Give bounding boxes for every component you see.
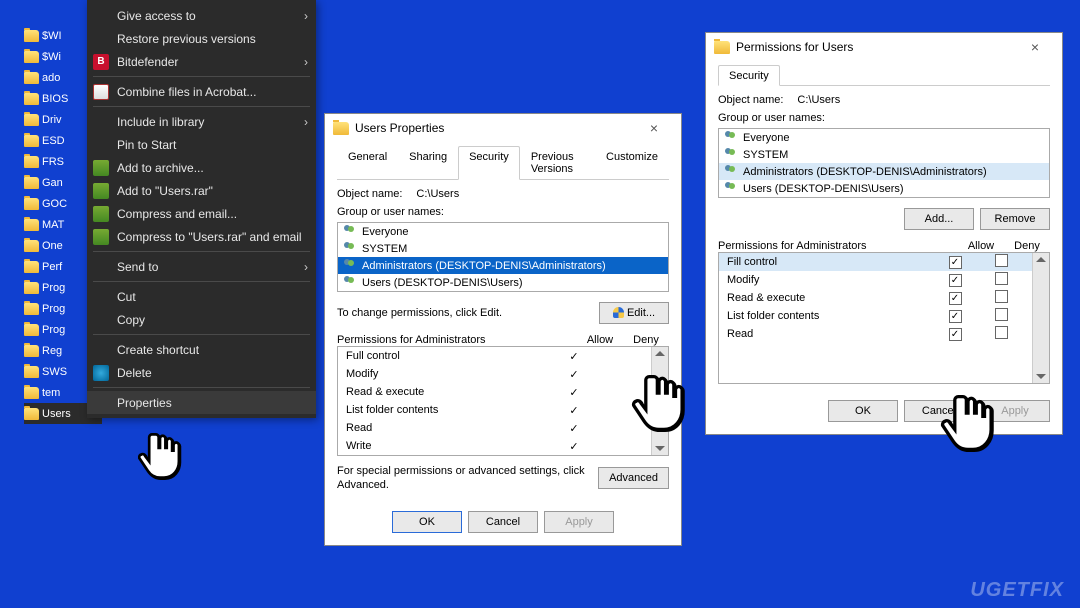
cancel-button[interactable]: Cancel (468, 511, 538, 533)
menu-include-library[interactable]: Include in library (87, 110, 316, 133)
permissions-table: Full control✓ Modify✓ Read & execute✓ Li… (337, 346, 669, 456)
folder-icon (714, 41, 730, 54)
allow-checkbox[interactable]: ✓ (949, 274, 962, 287)
menu-pin-start[interactable]: Pin to Start (87, 133, 316, 156)
tab-sharing[interactable]: Sharing (398, 146, 458, 179)
allow-checkbox[interactable]: ✓ (949, 310, 962, 323)
advanced-hint: For special permissions or advanced sett… (337, 464, 590, 493)
tab-previous-versions[interactable]: Previous Versions (520, 146, 595, 179)
allow-header: Allow (577, 334, 623, 346)
group-item[interactable]: Everyone (719, 129, 1049, 146)
group-item-selected[interactable]: Administrators (DESKTOP-DENIS\Administra… (338, 257, 668, 274)
shield-icon (613, 307, 624, 318)
close-icon[interactable]: × (1016, 39, 1054, 55)
add-button[interactable]: Add... (904, 208, 974, 230)
object-name-value: C:\Users (416, 188, 459, 200)
close-icon[interactable]: × (635, 120, 673, 136)
allow-check: ✓ (551, 350, 597, 363)
menu-copy[interactable]: Copy (87, 308, 316, 331)
group-list-label: Group or user names: (718, 112, 1050, 124)
watermark: UGETFIX (970, 579, 1064, 602)
winrar-icon (93, 183, 109, 199)
apply-button[interactable]: Apply (544, 511, 614, 533)
deny-header: Deny (623, 334, 669, 346)
cancel-button[interactable]: Cancel (904, 400, 974, 422)
menu-give-access[interactable]: Give access to (87, 4, 316, 27)
permissions-label: Permissions for Administrators (718, 240, 958, 252)
titlebar[interactable]: Permissions for Users × (706, 33, 1062, 61)
object-name-label: Object name: (718, 94, 783, 106)
allow-checkbox[interactable]: ✓ (949, 292, 962, 305)
permissions-table: Fill control✓ Modify✓ Read & execute✓ Li… (718, 252, 1050, 384)
remove-button[interactable]: Remove (980, 208, 1050, 230)
folder-icon (24, 30, 39, 42)
acrobat-icon (93, 84, 109, 100)
winrar-icon (93, 206, 109, 222)
menu-compress-email[interactable]: Compress and email... (87, 202, 316, 225)
menu-properties[interactable]: Properties (87, 391, 316, 414)
users-properties-dialog: Users Properties × General Sharing Secur… (324, 113, 682, 546)
group-list-label: Group or user names: (337, 206, 669, 218)
deny-checkbox[interactable] (995, 290, 1008, 303)
group-item[interactable]: Everyone (338, 223, 668, 240)
deny-header: Deny (1004, 240, 1050, 252)
deny-checkbox[interactable] (995, 254, 1008, 267)
bitdefender-icon: B (93, 54, 109, 70)
dialog-title: Permissions for Users (736, 40, 1016, 54)
advanced-button[interactable]: Advanced (598, 467, 669, 489)
tab-security[interactable]: Security (458, 146, 520, 180)
ok-button[interactable]: OK (392, 511, 462, 533)
cursor-hand-icon (138, 429, 182, 483)
group-user-list[interactable]: Everyone SYSTEM Administrators (DESKTOP-… (337, 222, 669, 292)
deny-checkbox[interactable] (995, 272, 1008, 285)
ok-button[interactable]: OK (828, 400, 898, 422)
permissions-label: Permissions for Administrators (337, 334, 577, 346)
apply-button[interactable]: Apply (980, 400, 1050, 422)
menu-add-users-rar[interactable]: Add to "Users.rar" (87, 179, 316, 202)
menu-create-shortcut[interactable]: Create shortcut (87, 338, 316, 361)
tab-security[interactable]: Security (718, 65, 780, 86)
group-item-selected[interactable]: Administrators (DESKTOP-DENIS\Administra… (719, 163, 1049, 180)
shield-icon (93, 365, 109, 381)
folder-icon (333, 122, 349, 135)
group-item[interactable]: SYSTEM (719, 146, 1049, 163)
permissions-dialog: Permissions for Users × Security Object … (705, 32, 1063, 435)
tab-bar: General Sharing Security Previous Versio… (337, 146, 669, 180)
object-name-label: Object name: (337, 188, 402, 200)
deny-checkbox[interactable] (995, 326, 1008, 339)
winrar-icon (93, 160, 109, 176)
menu-send-to[interactable]: Send to (87, 255, 316, 278)
allow-checkbox[interactable]: ✓ (949, 256, 962, 269)
menu-restore[interactable]: Restore previous versions (87, 27, 316, 50)
menu-add-archive[interactable]: Add to archive... (87, 156, 316, 179)
group-item[interactable]: SYSTEM (338, 240, 668, 257)
allow-header: Allow (958, 240, 1004, 252)
menu-combine-acrobat[interactable]: Combine files in Acrobat... (87, 80, 316, 103)
menu-delete[interactable]: Delete (87, 361, 316, 384)
allow-checkbox[interactable]: ✓ (949, 328, 962, 341)
tab-general[interactable]: General (337, 146, 398, 179)
menu-compress-users-email[interactable]: Compress to "Users.rar" and email (87, 225, 316, 248)
scrollbar[interactable] (651, 347, 668, 455)
change-permissions-hint: To change permissions, click Edit. (337, 307, 591, 319)
object-name-value: C:\Users (797, 94, 840, 106)
scrollbar[interactable] (1032, 253, 1049, 383)
group-item[interactable]: Users (DESKTOP-DENIS\Users) (719, 180, 1049, 197)
tab-customize[interactable]: Customize (595, 146, 669, 179)
edit-button[interactable]: Edit... (599, 302, 669, 324)
group-user-list[interactable]: Everyone SYSTEM Administrators (DESKTOP-… (718, 128, 1050, 198)
winrar-icon (93, 229, 109, 245)
menu-cut[interactable]: Cut (87, 285, 316, 308)
context-menu: Give access to Restore previous versions… (87, 0, 316, 418)
titlebar[interactable]: Users Properties × (325, 114, 681, 142)
group-item[interactable]: Users (DESKTOP-DENIS\Users) (338, 274, 668, 291)
deny-checkbox[interactable] (995, 308, 1008, 321)
menu-bitdefender[interactable]: BBitdefender (87, 50, 316, 73)
dialog-title: Users Properties (355, 121, 635, 135)
group-icon (342, 225, 358, 239)
